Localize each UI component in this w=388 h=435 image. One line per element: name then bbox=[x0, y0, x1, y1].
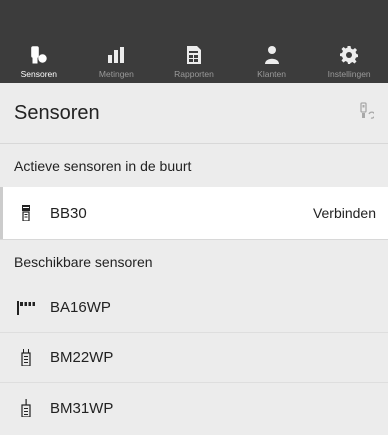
probe-sensor-icon bbox=[16, 205, 36, 221]
sensor-sync-icon[interactable] bbox=[360, 101, 376, 125]
bar-chart-icon bbox=[105, 44, 127, 66]
sensor-icon bbox=[28, 44, 50, 66]
tab-rapporten[interactable]: Rapporten bbox=[155, 44, 233, 79]
page-title: Sensoren bbox=[14, 101, 100, 124]
page-header: Sensoren bbox=[0, 83, 388, 143]
tab-sensoren[interactable]: Sensoren bbox=[0, 44, 78, 79]
moisture-meter-icon bbox=[16, 349, 36, 366]
tab-label: Instellingen bbox=[327, 69, 371, 79]
pin-meter-icon bbox=[16, 399, 36, 417]
tab-label: Metingen bbox=[98, 69, 134, 79]
section-header-nearby: Actieve sensoren in de buurt bbox=[0, 144, 388, 187]
tab-instellingen[interactable]: Instellingen bbox=[310, 44, 388, 79]
tab-metingen[interactable]: Metingen bbox=[78, 44, 156, 79]
report-icon bbox=[183, 44, 205, 66]
section-header-available: Beschikbare sensoren bbox=[0, 240, 388, 283]
tab-klanten[interactable]: Klanten bbox=[233, 44, 311, 79]
top-navigation: Sensoren Metingen Rapporten Klanten Inst… bbox=[0, 0, 388, 83]
sensor-name: BB30 bbox=[50, 204, 87, 222]
connect-button[interactable]: Verbinden bbox=[313, 205, 376, 221]
sensor-name: BA16WP bbox=[50, 299, 111, 316]
sensor-name: BM31WP bbox=[50, 399, 114, 417]
available-sensor-row[interactable]: BM22WP bbox=[0, 333, 388, 383]
multi-probe-icon bbox=[16, 300, 36, 315]
available-sensor-row[interactable]: BM31WP bbox=[0, 383, 388, 433]
nearby-sensor-row[interactable]: BB30 Verbinden bbox=[0, 187, 388, 239]
customers-icon bbox=[261, 44, 283, 66]
available-sensor-row[interactable]: BA16WP bbox=[0, 283, 388, 333]
tab-label: Sensoren bbox=[20, 69, 57, 79]
gear-icon bbox=[338, 44, 360, 66]
sensor-name: BM22WP bbox=[50, 349, 114, 366]
tab-label: Klanten bbox=[257, 69, 286, 79]
tab-label: Rapporten bbox=[174, 69, 214, 79]
